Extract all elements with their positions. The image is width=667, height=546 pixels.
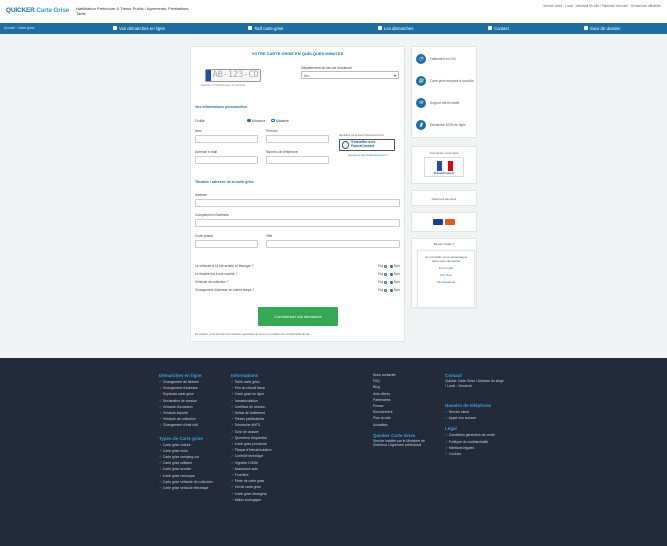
sidebar-franceconnect: Connectez-vous avec FranceConnect (411, 146, 477, 184)
prenom-label: Prénom (266, 129, 278, 133)
help-email-link[interactable]: Par e-mail (422, 266, 470, 270)
adresse-label: Adresse (195, 193, 208, 197)
submit-button[interactable]: Commencer ma démarche (258, 307, 338, 326)
header-tagline: Habilitation Préfecture & Trésor Public … (76, 6, 190, 16)
feature-row: ▤ Carte grise envoyée à domicile (416, 71, 476, 91)
clock-icon: ◷ (416, 54, 426, 64)
no-radio[interactable]: Non (390, 288, 400, 292)
ville-label: Ville (266, 234, 273, 238)
bookmark-icon: ▮ (416, 120, 426, 130)
no-radio[interactable]: Non (390, 280, 400, 284)
footer-col-demarches: Démarches en ligne Changement de titulai… (159, 372, 229, 491)
question-etranger: Le véhicule a-t-il été acheté à l'étrang… (195, 264, 400, 268)
nav-item-demarches-info[interactable]: Les démarches (378, 26, 413, 31)
help-chat-link[interactable]: Par chat (422, 273, 470, 277)
nav-item-tarif[interactable]: Tarif carte grise (248, 26, 283, 31)
header-info: Service client · Lundi - Vendredi 9h-18h… (543, 4, 661, 8)
footer-link[interactable]: Actualités (373, 422, 443, 428)
site-header: QUICKER Carte Grise Habilitation Préfect… (0, 0, 667, 23)
radio-madame[interactable]: Madame (271, 119, 289, 123)
legal-notice: En validant, vous acceptez les condition… (195, 333, 311, 336)
euro-icon (248, 26, 252, 30)
footer-link[interactable]: Carte grise véhicule électrique (159, 485, 229, 491)
monitor-icon (113, 26, 117, 30)
help-popup: Un conseiller vous accompagne dans votre… (417, 250, 475, 308)
plate-hint: Saisissez l'immatriculation du véhicule (201, 84, 246, 87)
question-adresse: Changement d'adresse en même temps ? Oui… (195, 288, 400, 292)
footer-link[interactable]: Changement d'état civil (159, 422, 229, 428)
chat-icon: ✉ (416, 98, 426, 108)
nom-label: Nom (195, 129, 202, 133)
complement-input[interactable] (195, 219, 400, 227)
footer-phone-note: Appel non surtaxé (445, 415, 535, 421)
complement-label: Complément d'adresse (195, 213, 229, 217)
registration-form: VOTRE CARTE GRISE EN QUELQUES MINUTES AB… (190, 46, 405, 342)
document-icon: ▤ (416, 76, 426, 86)
cp-label: Code postal (195, 234, 213, 238)
nom-input[interactable] (195, 135, 258, 143)
nav-item-suivi[interactable]: Suivi de dossier (584, 26, 620, 31)
radio-monsieur[interactable]: Monsieur (247, 119, 266, 123)
yes-radio[interactable]: Oui (378, 264, 388, 268)
question-collection: Véhicule de collection ? Oui Non (195, 280, 400, 284)
site-footer: Démarches en ligne Changement de titulai… (0, 358, 667, 546)
feature-row: ◷ Traitement en 24h (416, 49, 476, 69)
folder-icon (584, 26, 588, 30)
visa-icon (433, 219, 443, 225)
phone-label: Numéro de téléphone (266, 150, 298, 154)
yes-radio[interactable]: Oui (378, 272, 388, 276)
mastercard-icon (445, 219, 455, 225)
ville-input[interactable] (266, 240, 400, 248)
footer-link[interactable]: Cookies (445, 451, 535, 457)
sidebar-features: ◷ Traitement en 24h ▤ Carte grise envoyé… (411, 46, 477, 138)
section-personal: Vos informations personnelles (195, 105, 248, 109)
file-icon (378, 26, 382, 30)
question-societe: Le titulaire est-il une société ? Oui Non (195, 272, 400, 276)
franceconnect-logo[interactable]: FranceConnect (424, 157, 464, 177)
yes-radio[interactable]: Oui (378, 280, 388, 284)
plate-input[interactable]: AB-123-CD (205, 69, 261, 82)
feature-row: ▮ Démarche 100% en ligne (416, 115, 476, 135)
nav-home-link[interactable]: Accueil · Carte grise (4, 26, 35, 30)
form-title: VOTRE CARTE GRISE EN QUELQUES MINUTES (251, 51, 344, 56)
no-radio[interactable]: Non (390, 272, 400, 276)
sidebar-secure: Paiement sécurisé (411, 190, 477, 206)
cp-input[interactable] (195, 240, 258, 248)
prenom-input[interactable] (266, 135, 329, 143)
franceconnect-button[interactable]: S'identifier avec FranceConnect (339, 139, 395, 151)
email-input[interactable] (195, 156, 258, 164)
email-label: Adresse e-mail (195, 150, 217, 154)
adresse-input[interactable] (195, 199, 400, 207)
civility-label: Civilité (195, 119, 205, 123)
nav-item-demarches[interactable]: Vos démarches en ligne (113, 26, 165, 31)
dept-label: Département du lieu de résidence (301, 66, 352, 70)
section-address: Titulaire / adresse de la carte grise (195, 180, 254, 184)
sidebar-payment (411, 212, 477, 232)
nav-item-contact[interactable]: Contact (488, 26, 509, 31)
footer-link[interactable]: Malus écologique (231, 497, 311, 503)
help-phone-link[interactable]: Par téléphone (422, 280, 470, 284)
site-logo[interactable]: QUICKER Carte Grise (6, 7, 69, 14)
dept-select[interactable]: Ain (301, 71, 399, 79)
footer-col-informations: Informations Tarifs carte grise Prix du … (231, 372, 311, 503)
feature-row: ✉ Support client réactif (416, 93, 476, 113)
franceconnect-icon (342, 141, 350, 149)
main-nav: Accueil · Carte grise Vos démarches en l… (0, 23, 667, 34)
footer-col-contact: Contact Quicker Carte Grise / Adresse du… (445, 372, 535, 457)
phone-input[interactable] (266, 156, 329, 164)
mail-icon (488, 26, 492, 30)
footer-col-site: Nous contacter FAQ Blog Avis clients Par… (373, 372, 443, 448)
franceconnect-info-link[interactable]: Qu'est-ce que FranceConnect ? (339, 153, 397, 157)
franceconnect-box: Identifiez-vous avec FranceConnect S'ide… (339, 133, 397, 161)
french-flag-icon (437, 161, 453, 171)
no-radio[interactable]: Non (390, 264, 400, 268)
yes-radio[interactable]: Oui (378, 288, 388, 292)
